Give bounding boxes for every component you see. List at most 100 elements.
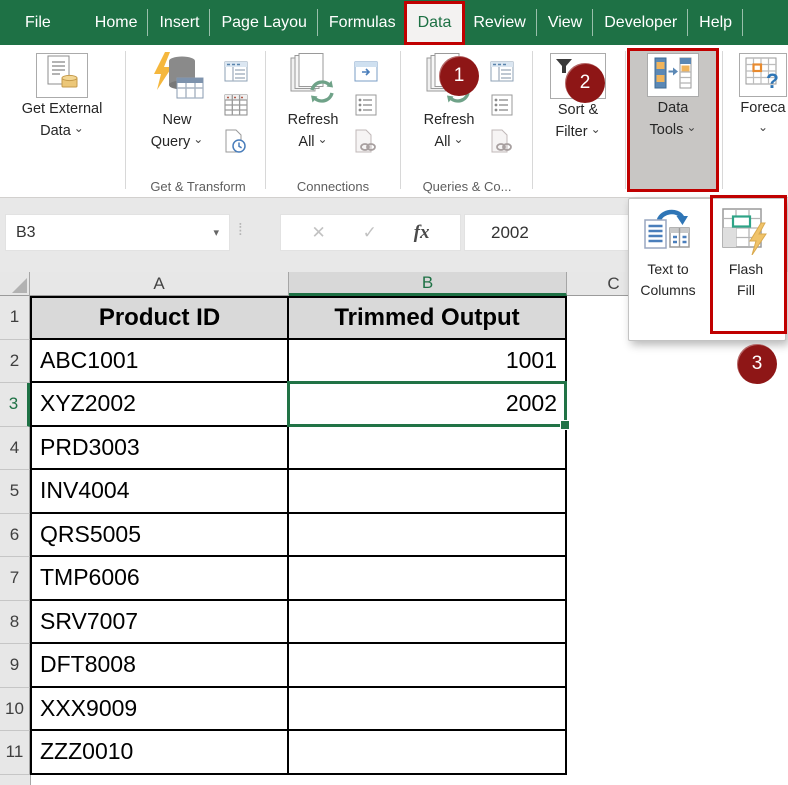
- cell-a[interactable]: PRD3003: [30, 427, 289, 471]
- cell-b[interactable]: [289, 514, 567, 558]
- group-label-connections: Connections: [268, 179, 398, 194]
- text-to-columns-icon: [643, 208, 693, 259]
- cell-b[interactable]: [289, 427, 567, 471]
- ribbon-tab-review[interactable]: Review: [462, 0, 536, 45]
- connections-list-icon[interactable]: [488, 91, 516, 119]
- ribbon-tab-developer[interactable]: Developer: [593, 0, 688, 45]
- table-row: 1 Product ID Trimmed Output: [0, 296, 567, 340]
- edit-links-icon[interactable]: [488, 127, 516, 155]
- cell-a[interactable]: SRV7007: [30, 601, 289, 645]
- select-all-icon: [12, 278, 27, 293]
- row-header[interactable]: 3: [0, 383, 30, 427]
- row-header[interactable]: 2: [0, 340, 30, 384]
- row-header[interactable]: 9: [0, 644, 30, 688]
- cell-a[interactable]: ABC1001: [30, 340, 289, 384]
- cell-b[interactable]: [289, 688, 567, 732]
- get-external-data-button[interactable]: Get External Data: [4, 53, 120, 142]
- ribbon-tab-file[interactable]: File: [14, 0, 62, 45]
- forecast-button[interactable]: ? Foreca: [728, 53, 788, 141]
- data-tools-icon: [653, 56, 693, 95]
- insert-function-icon[interactable]: fx: [414, 222, 430, 244]
- ribbon-tab-help[interactable]: Help: [688, 0, 743, 45]
- svg-text:?: ?: [766, 70, 779, 90]
- ribbon-tab-data[interactable]: Data: [407, 4, 463, 42]
- table-row: 10 XXX9009: [0, 688, 567, 732]
- table-row: 9 DFT8008: [0, 644, 567, 688]
- cell-b[interactable]: [289, 601, 567, 645]
- recent-sources-icon[interactable]: [222, 127, 250, 155]
- refresh-all-button-connections[interactable]: Refresh All: [272, 53, 354, 153]
- chevron-down-icon: [758, 116, 768, 138]
- edit-links-icon[interactable]: [352, 127, 380, 155]
- table-row: 2 ABC1001 1001: [0, 340, 567, 384]
- new-query-icon: [149, 52, 205, 111]
- chevron-down-icon: [454, 128, 464, 150]
- ribbon-tab-page-layou[interactable]: Page Layou: [210, 0, 317, 45]
- table-row: 6 QRS5005: [0, 514, 567, 558]
- flash-fill-icon: [721, 207, 771, 260]
- new-query-button[interactable]: New Query: [132, 53, 222, 153]
- select-all-corner[interactable]: [0, 272, 30, 296]
- chevron-down-icon: [193, 128, 203, 150]
- data-tools-button[interactable]: Data Tools: [632, 53, 714, 141]
- table-row: 8 SRV7007: [0, 601, 567, 645]
- sheet-rows: 1 Product ID Trimmed Output 2 ABC1001 10…: [0, 296, 567, 785]
- cell-b[interactable]: [289, 731, 567, 775]
- group-label-get-transform: Get & Transform: [128, 179, 268, 194]
- cell-a[interactable]: ZZZ0010: [30, 731, 289, 775]
- cell-a[interactable]: INV4004: [30, 470, 289, 514]
- refresh-all-icon: [289, 53, 337, 110]
- row-header[interactable]: 8: [0, 601, 30, 645]
- row-header[interactable]: 7: [0, 557, 30, 601]
- from-table-icon[interactable]: [222, 91, 250, 119]
- ribbon-tab-insert[interactable]: Insert: [148, 0, 210, 45]
- workbook-connections-icon[interactable]: [352, 91, 380, 119]
- properties-icon[interactable]: [352, 57, 380, 85]
- cell-b[interactable]: Trimmed Output: [289, 296, 567, 340]
- cell-a[interactable]: QRS5005: [30, 514, 289, 558]
- table-row: 4 PRD3003: [0, 427, 567, 471]
- chevron-down-icon: [591, 118, 601, 140]
- ribbon: Get External Data New Query: [0, 45, 788, 198]
- row-header[interactable]: 5: [0, 470, 30, 514]
- row-header[interactable]: 11: [0, 731, 30, 775]
- enter-icon[interactable]: ✓: [363, 223, 377, 243]
- cell-b[interactable]: [289, 557, 567, 601]
- row-header[interactable]: 4: [0, 427, 30, 471]
- data-tools-dropdown: Text to Columns Flash Fill: [628, 198, 786, 341]
- ribbon-tab-bar: File Home Insert Page Layou Formulas Dat…: [0, 0, 788, 45]
- cell-a[interactable]: TMP6006: [30, 557, 289, 601]
- column-header-b[interactable]: B: [289, 272, 567, 296]
- row-header[interactable]: 1: [0, 296, 30, 340]
- get-external-data-icon: [45, 55, 79, 96]
- ribbon-tab-formulas[interactable]: Formulas: [318, 0, 407, 45]
- cell-a[interactable]: XXX9009: [30, 688, 289, 732]
- cell-a[interactable]: DFT8008: [30, 644, 289, 688]
- column-header-a[interactable]: A: [30, 272, 289, 296]
- name-box-dropdown-icon[interactable]: [213, 226, 219, 239]
- ribbon-tab-view[interactable]: View: [537, 0, 593, 45]
- table-row: 7 TMP6006: [0, 557, 567, 601]
- show-queries-icon[interactable]: [222, 57, 250, 85]
- text-to-columns-button[interactable]: Text to Columns: [629, 199, 707, 340]
- flash-fill-button[interactable]: Flash Fill: [707, 199, 785, 340]
- chevron-down-icon: [318, 128, 328, 150]
- row-header[interactable]: 10: [0, 688, 30, 732]
- forecast-icon: ?: [744, 56, 782, 95]
- cell-a[interactable]: Product ID: [30, 296, 289, 340]
- row-header[interactable]: 6: [0, 514, 30, 558]
- chevron-down-icon: [74, 117, 84, 139]
- cell-b[interactable]: 2002: [289, 383, 567, 427]
- cell-b[interactable]: 1001: [289, 340, 567, 384]
- queries-pane-icon[interactable]: [488, 57, 516, 85]
- name-box[interactable]: B3: [5, 214, 230, 251]
- cell-a[interactable]: XYZ2002: [30, 383, 289, 427]
- cell-b[interactable]: [289, 644, 567, 688]
- cell-b[interactable]: [289, 470, 567, 514]
- table-row: 3 XYZ2002 2002: [0, 383, 567, 427]
- cancel-icon[interactable]: ✕: [311, 223, 325, 243]
- ribbon-tab-home[interactable]: Home: [84, 0, 149, 45]
- annotation-badge-1: 1: [439, 56, 479, 96]
- partial-row-12: [0, 775, 567, 785]
- formula-bar-divider: [238, 220, 243, 240]
